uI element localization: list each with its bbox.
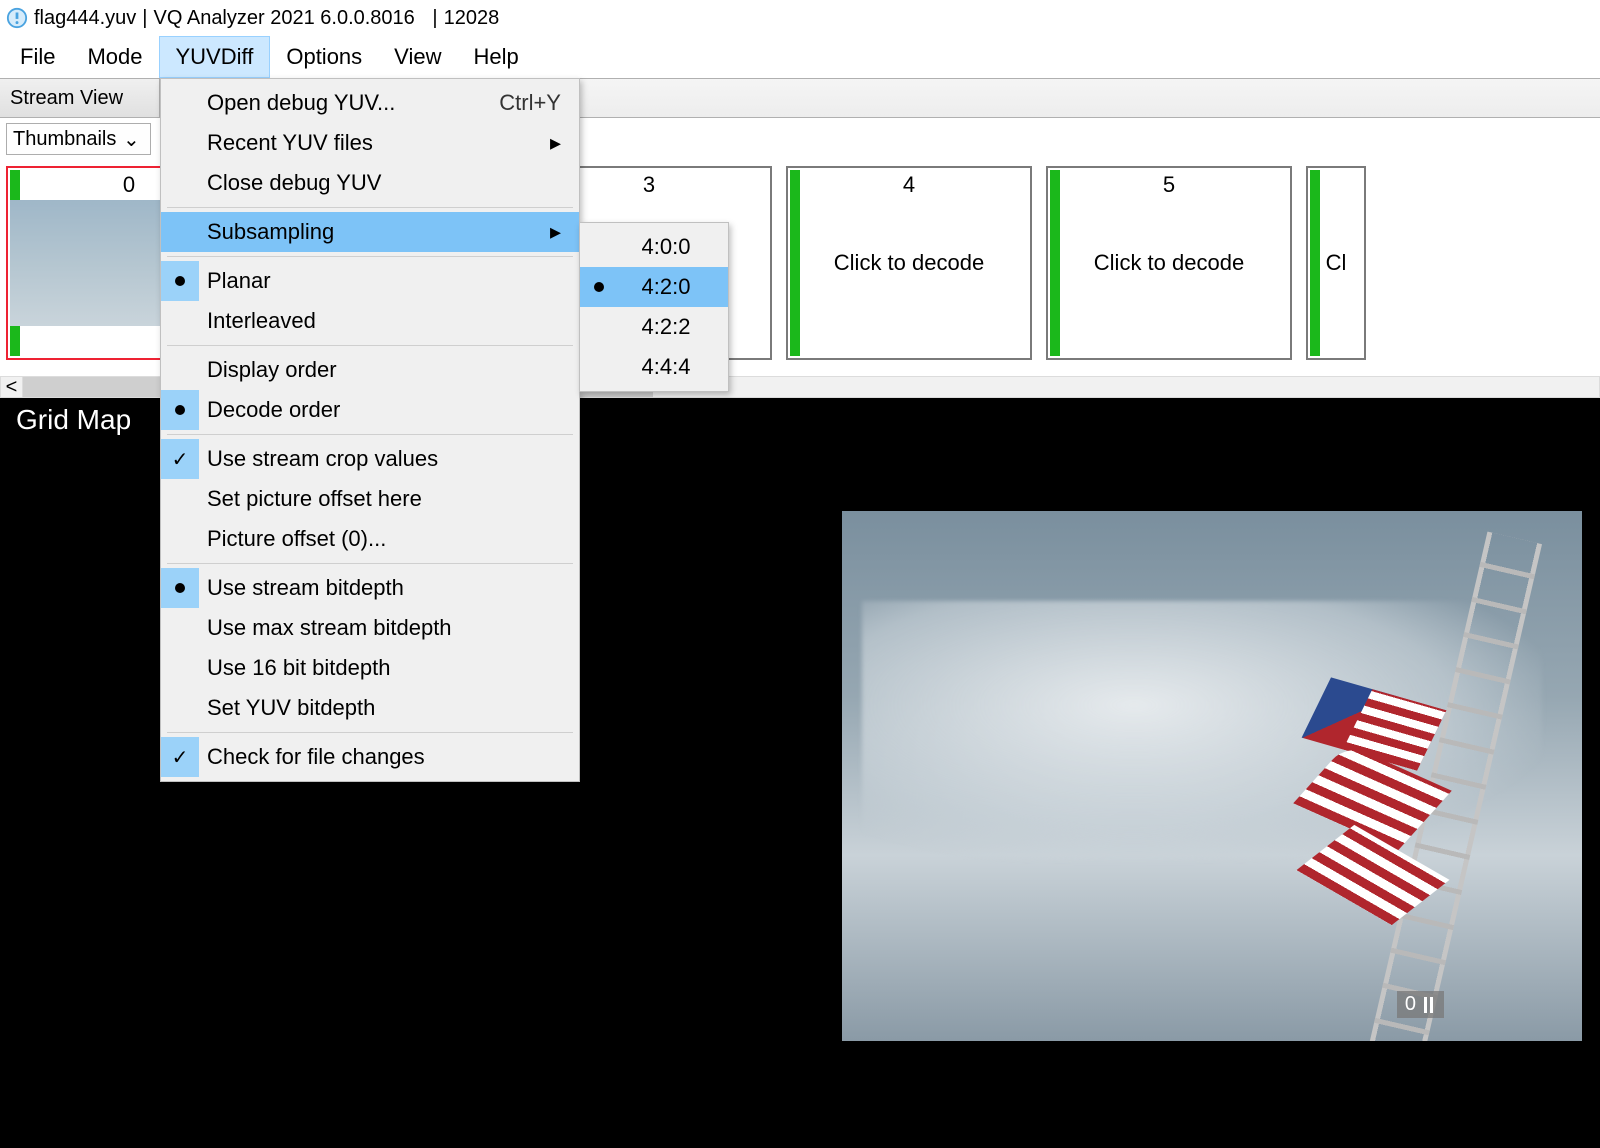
- title-filename: flag444.yuv: [34, 7, 136, 30]
- title-appname: VQ Analyzer 2021 6.0.0.8016: [154, 7, 415, 30]
- submenu-420[interactable]: 4:2:0: [580, 267, 728, 307]
- menu-shortcut: Ctrl+Y: [459, 90, 561, 116]
- chevron-down-icon: ⌄: [122, 127, 140, 152]
- stream-view-label[interactable]: Stream View: [0, 79, 160, 117]
- menu-check-file-changes[interactable]: Check for file changes: [161, 737, 579, 777]
- thumbnail-number: 4: [788, 172, 1030, 198]
- radio-selected-icon: [161, 390, 199, 430]
- menu-recent-yuv[interactable]: Recent YUV files ▸: [161, 123, 579, 163]
- menu-open-debug-yuv[interactable]: Open debug YUV... Ctrl+Y: [161, 83, 579, 123]
- frame-index-value: 0: [1405, 993, 1416, 1016]
- thumbnails-select[interactable]: Thumbnails ⌄: [6, 123, 151, 155]
- menu-interleaved[interactable]: Interleaved: [161, 301, 579, 341]
- title-bar: flag444.yuv | VQ Analyzer 2021 6.0.0.801…: [0, 0, 1600, 36]
- menu-display-order[interactable]: Display order: [161, 350, 579, 390]
- menu-separator: [167, 207, 573, 208]
- menu-planar[interactable]: Planar: [161, 261, 579, 301]
- thumbnail-6-partial[interactable]: Cl: [1306, 166, 1366, 360]
- menu-separator: [167, 434, 573, 435]
- submenu-arrow-icon: ▸: [510, 130, 561, 156]
- check-icon: [161, 737, 199, 777]
- menu-file[interactable]: File: [4, 36, 71, 78]
- menu-bitdepth-max[interactable]: Use max stream bitdepth: [161, 608, 579, 648]
- subsampling-submenu: 4:0:0 4:2:0 4:2:2 4:4:4: [579, 222, 729, 392]
- menu-bitdepth-16[interactable]: Use 16 bit bitdepth: [161, 648, 579, 688]
- thumbnail-4[interactable]: 4 Click to decode: [786, 166, 1032, 360]
- keyframe-icon: [1422, 997, 1436, 1013]
- frame-index-badge: 0: [1397, 991, 1444, 1018]
- submenu-arrow-icon: ▸: [510, 219, 561, 245]
- menu-yuvdiff[interactable]: YUVDiff: [159, 36, 271, 78]
- menu-bitdepth-set[interactable]: Set YUV bitdepth: [161, 688, 579, 728]
- menu-decode-order[interactable]: Decode order: [161, 390, 579, 430]
- menubar: File Mode YUVDiff Options View Help: [0, 36, 1600, 78]
- radio-selected-icon: [161, 261, 199, 301]
- submenu-422[interactable]: 4:2:2: [580, 307, 728, 347]
- keyframe-bar-icon: [1310, 170, 1320, 356]
- menu-mode[interactable]: Mode: [71, 36, 158, 78]
- scroll-left-icon[interactable]: <: [1, 377, 23, 397]
- menu-separator: [167, 563, 573, 564]
- check-icon: [161, 439, 199, 479]
- menu-help[interactable]: Help: [457, 36, 534, 78]
- menu-separator: [167, 732, 573, 733]
- thumbnails-select-label: Thumbnails: [13, 128, 116, 151]
- menu-close-debug-yuv[interactable]: Close debug YUV: [161, 163, 579, 203]
- yuvdiff-menu: Open debug YUV... Ctrl+Y Recent YUV file…: [160, 78, 580, 782]
- menu-separator: [167, 256, 573, 257]
- thumbnail-number: 5: [1048, 172, 1290, 198]
- frame-preview[interactable]: 0: [842, 511, 1582, 1041]
- title-sep2: |: [432, 7, 437, 30]
- menu-separator: [167, 345, 573, 346]
- menu-bitdepth-stream[interactable]: Use stream bitdepth: [161, 568, 579, 608]
- menu-view[interactable]: View: [378, 36, 457, 78]
- menu-use-stream-crop[interactable]: Use stream crop values: [161, 439, 579, 479]
- menu-set-picture-offset[interactable]: Set picture offset here: [161, 479, 579, 519]
- submenu-400[interactable]: 4:0:0: [580, 227, 728, 267]
- title-pid: 12028: [444, 7, 500, 30]
- menu-subsampling[interactable]: Subsampling ▸: [161, 212, 579, 252]
- menu-options[interactable]: Options: [270, 36, 378, 78]
- submenu-444[interactable]: 4:4:4: [580, 347, 728, 387]
- grid-map-label: Grid Map: [16, 404, 131, 436]
- radio-selected-icon: [580, 267, 618, 307]
- title-sep: |: [142, 7, 147, 30]
- menu-picture-offset[interactable]: Picture offset (0)...: [161, 519, 579, 559]
- thumbnail-5[interactable]: 5 Click to decode: [1046, 166, 1292, 360]
- app-icon: [6, 7, 28, 29]
- radio-selected-icon: [161, 568, 199, 608]
